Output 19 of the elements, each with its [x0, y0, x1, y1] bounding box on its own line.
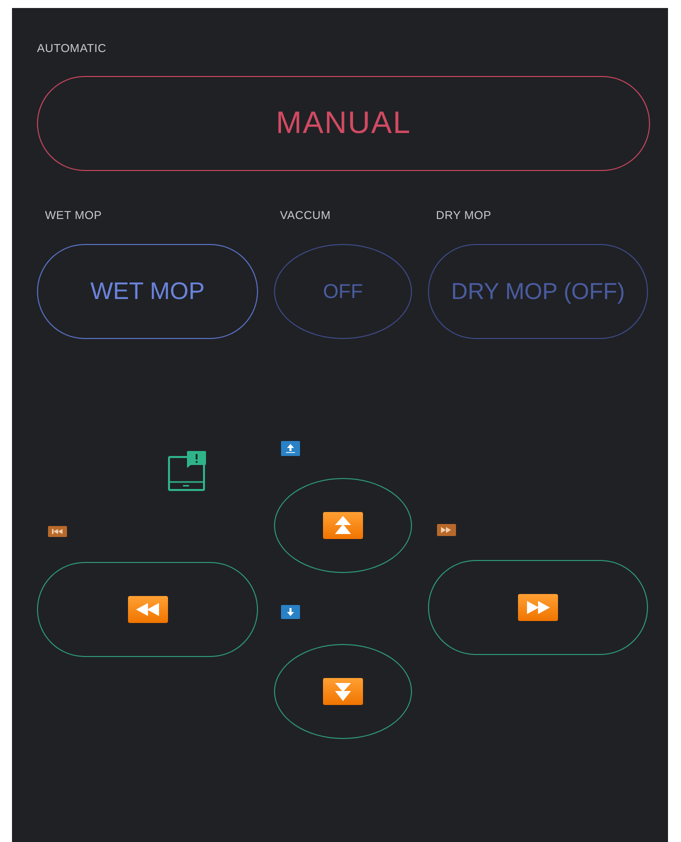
- tool-toggle-button[interactable]: WET MOP: [37, 244, 258, 339]
- double-down-icon: [323, 678, 363, 705]
- direction-button[interactable]: [37, 562, 258, 657]
- tablet-alert-icon: [168, 451, 206, 491]
- fast-forward-icon: [518, 594, 558, 621]
- mode-label: AUTOMATIC: [37, 42, 106, 57]
- tool-label: DRY MOP: [436, 209, 492, 224]
- fast-forward-icon: [437, 524, 456, 536]
- tool-toggle-button[interactable]: DRY MOP (OFF): [428, 244, 648, 339]
- skip-back-icon: [48, 526, 67, 537]
- direction-button[interactable]: [274, 644, 412, 739]
- tool-toggle-button[interactable]: OFF: [274, 244, 412, 339]
- double-up-icon: [323, 512, 363, 539]
- rewind-icon: [128, 596, 168, 623]
- tool-label: WET MOP: [45, 209, 102, 224]
- direction-button[interactable]: [274, 478, 412, 573]
- tool-label: VACCUM: [280, 209, 331, 224]
- direction-button[interactable]: [428, 560, 648, 655]
- mode-toggle-button[interactable]: MANUAL: [37, 76, 650, 171]
